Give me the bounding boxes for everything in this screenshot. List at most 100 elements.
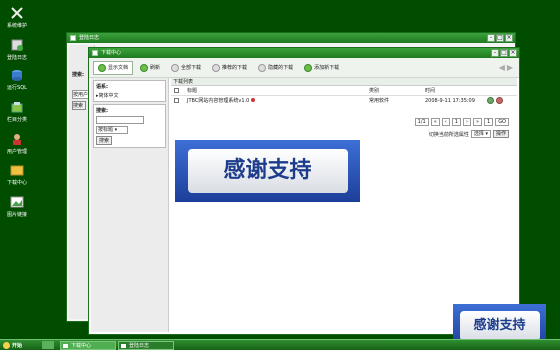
page-number[interactable]: 1 <box>451 118 461 126</box>
taskbar: 开始 下载中心 登陆日志 <box>0 339 560 350</box>
row-category: 常用软件 <box>369 98 390 104</box>
document-icon <box>98 63 106 72</box>
all-downloads-button[interactable]: 全部下载 <box>167 61 205 75</box>
start-label: 开始 <box>12 342 23 349</box>
recommended-downloads-button[interactable]: 推荐的下载 <box>208 61 251 75</box>
batch-label: 切换当前所选属性 <box>428 131 469 138</box>
toolbar-label: 刷新 <box>150 65 161 71</box>
select-value: 按标题 <box>98 127 114 133</box>
go-button[interactable]: GO <box>495 118 509 126</box>
maximize-button[interactable]: □ <box>496 34 504 42</box>
batch-operate-button[interactable]: 操作 <box>492 130 509 138</box>
desktop-icon-system-maintenance[interactable]: 系统维护 <box>2 6 32 29</box>
search-box: 搜索: 按标题 ▾ 搜索 <box>93 104 166 148</box>
desktop-icon-label: 系统维护 <box>6 23 27 29</box>
row-actions <box>487 97 503 104</box>
hidden-icon <box>258 63 267 72</box>
desktop-icon-label: 下载中心 <box>6 180 27 186</box>
table-row[interactable]: JTBC网站内容管理系统v1.0 常用软件 2008-9-11 17:35:09 <box>171 96 517 106</box>
task-login-log[interactable]: 登陆日志 <box>118 340 174 350</box>
start-button[interactable]: 开始 <box>0 341 42 349</box>
desktop-icon-label: 登陆日志 <box>6 55 27 61</box>
row-title-text: JTBC网站内容管理系统v1.0 <box>187 98 250 104</box>
batch-select-value: 选择 <box>473 131 484 137</box>
add-icon <box>304 63 313 72</box>
minimize-button[interactable]: - <box>491 49 499 57</box>
toolbar-label: 隐藏的下载 <box>268 65 294 71</box>
page-input[interactable]: 1 <box>484 118 494 126</box>
column-time: 时间 <box>425 88 436 94</box>
show-documents-button[interactable]: 显示文档 <box>93 60 134 75</box>
hot-icon <box>251 98 256 102</box>
column-category: 类别 <box>369 88 380 94</box>
desktop-icon-login-log[interactable]: 登陆日志 <box>2 38 32 61</box>
nav-arrows: ◀ ▶ <box>499 63 513 72</box>
batch-select[interactable]: 选择 ▾ <box>470 130 491 138</box>
log-icon <box>10 38 24 52</box>
row-time: 2008-9-11 17:35:09 <box>425 98 475 104</box>
refresh-icon <box>140 63 149 72</box>
desktop-icon-download-center[interactable]: 下载中心 <box>2 163 32 186</box>
desktop-icon-label: 图片链接 <box>6 212 27 218</box>
next-page-button[interactable]: › <box>462 118 471 126</box>
row-title[interactable]: JTBC网站内容管理系统v1.0 <box>187 96 256 106</box>
window-titlebar[interactable]: 登陆日志 - □ × <box>67 33 515 43</box>
minimize-button[interactable]: - <box>487 34 495 42</box>
refresh-button[interactable]: 刷新 <box>136 61 164 75</box>
back-arrow-icon[interactable]: ◀ <box>499 63 505 72</box>
window-title: 登陆日志 <box>79 35 100 41</box>
window-icon <box>70 35 76 41</box>
search-input[interactable] <box>96 116 144 124</box>
forward-arrow-icon[interactable]: ▶ <box>507 63 513 72</box>
user-icon <box>10 132 24 146</box>
tools-icon <box>10 6 24 20</box>
window-titlebar[interactable]: 下载中心 - □ × <box>89 48 519 58</box>
edit-icon[interactable] <box>487 97 494 104</box>
first-page-button[interactable]: « <box>430 118 440 126</box>
window-title: 下载中心 <box>101 50 122 56</box>
quick-launch-icon[interactable] <box>42 341 54 349</box>
batch-actions: 切换当前所选属性 选择 ▾ 操作 <box>429 130 509 138</box>
search-button[interactable]: 搜索 <box>96 136 113 145</box>
table-header: 标题 类别 时间 <box>171 86 517 96</box>
image-icon <box>10 195 24 209</box>
toolbar: 显示文档 刷新 全部下载 推荐的下载 隐藏的下载 添加新下载 ◀ ▶ <box>89 58 519 78</box>
last-page-button[interactable]: » <box>472 118 482 126</box>
maximize-button[interactable]: □ <box>500 49 508 57</box>
download-list: 下载列表 标题 类别 时间 JTBC网站内容管理系统v1.0 常用软件 2008… <box>171 78 517 332</box>
toolbar-label: 显示文档 <box>108 65 129 71</box>
language-title: 语系: <box>96 84 108 90</box>
close-button[interactable]: × <box>505 34 513 42</box>
thanks-corner-text: 感谢支持 <box>459 310 540 341</box>
hidden-downloads-button[interactable]: 隐藏的下载 <box>254 61 297 75</box>
search-field-select[interactable]: 按标题 ▾ <box>96 126 128 134</box>
folder-icon <box>10 163 24 177</box>
search-title: 搜索: <box>96 108 108 114</box>
row-checkbox[interactable] <box>174 98 179 103</box>
star-icon <box>212 63 221 72</box>
toolbar-label: 推荐的下载 <box>222 65 248 71</box>
prev-page-button[interactable]: ‹ <box>441 118 450 126</box>
language-box: 语系: ▸简体中文 <box>93 80 166 102</box>
start-icon <box>3 341 10 349</box>
desktop-icon-label: 栏目分类 <box>6 117 27 123</box>
desktop-icon-label: 运行SQL <box>7 85 27 91</box>
language-item[interactable]: ▸简体中文 <box>96 92 163 99</box>
close-button[interactable]: × <box>509 49 517 57</box>
desktop-icon-image-links[interactable]: 图片链接 <box>2 195 32 218</box>
download-icon <box>171 63 180 72</box>
desktop-icon-run-sql[interactable]: 运行SQL <box>2 68 32 91</box>
delete-icon[interactable] <box>496 97 503 104</box>
desktop-icon-column-category[interactable]: 栏目分类 <box>2 100 32 123</box>
left-panel: 语系: ▸简体中文 搜索: 按标题 ▾ 搜索 <box>91 78 169 332</box>
desktop-icon-user-management[interactable]: 用户管理 <box>2 132 32 155</box>
task-download-center[interactable]: 下载中心 <box>60 340 116 350</box>
toolbar-label: 添加新下载 <box>314 65 340 71</box>
add-download-button[interactable]: 添加新下载 <box>300 61 343 75</box>
category-icon <box>10 100 24 114</box>
pagination: 1/1 « ‹ 1 › » 1 GO <box>414 118 509 126</box>
search-button[interactable]: 搜索 <box>72 101 86 110</box>
window-icon <box>92 50 98 56</box>
select-all-checkbox[interactable] <box>174 88 179 93</box>
column-title: 标题 <box>187 88 198 94</box>
